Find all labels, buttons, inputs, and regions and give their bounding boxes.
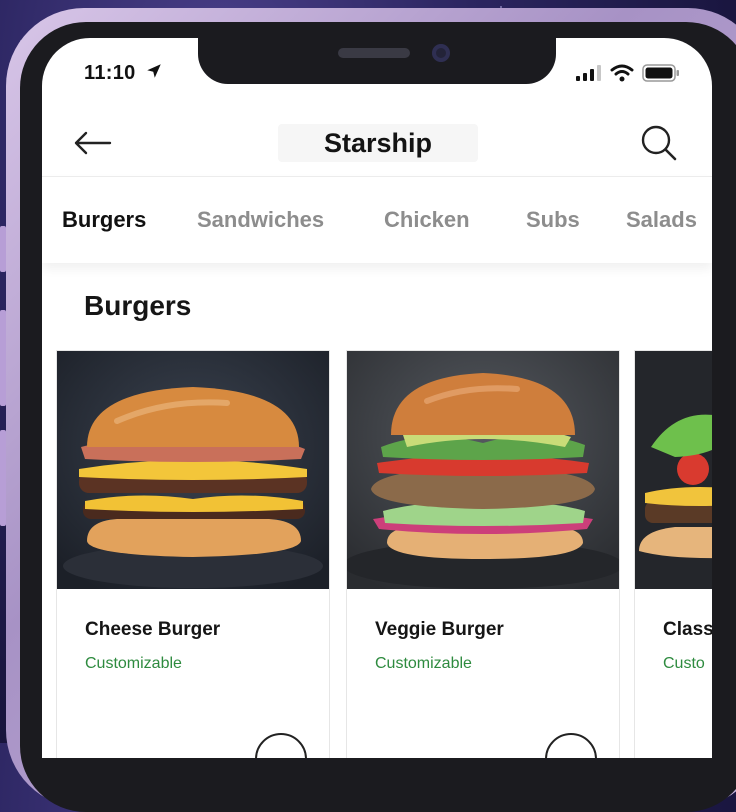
battery-icon	[642, 64, 679, 82]
item-tag: Customizable	[85, 655, 182, 672]
menu-item-card[interactable]: Cheese Burger Customizable	[56, 350, 330, 758]
add-button[interactable]	[255, 733, 307, 758]
add-button[interactable]	[545, 733, 597, 758]
section-title: Burgers	[84, 290, 192, 321]
item-name: Cheese Burger	[85, 619, 221, 640]
search-icon[interactable]	[640, 124, 678, 162]
item-tag: Custo	[663, 655, 705, 672]
tab-sandwiches[interactable]: Sandwiches	[197, 207, 324, 233]
status-time: 11:10	[84, 62, 163, 85]
page-title: Starship	[278, 124, 478, 162]
front-camera	[432, 44, 450, 62]
menu-item-card[interactable]: Class Custo	[634, 350, 712, 758]
category-tabs: Burgers Sandwiches Chicken Subs Salads	[42, 176, 712, 263]
tab-subs[interactable]: Subs	[526, 207, 580, 233]
phone-notch	[198, 38, 556, 84]
side-button	[0, 310, 6, 406]
location-arrow-icon	[147, 64, 162, 78]
menu-item-card[interactable]: Veggie Burger Customizable	[346, 350, 620, 758]
tab-chicken[interactable]: Chicken	[384, 207, 470, 233]
side-button	[0, 430, 6, 526]
item-tag: Customizable	[375, 655, 472, 672]
classic-burger-image	[635, 351, 712, 589]
item-name: Class	[663, 619, 712, 640]
app-screen: 11:10 Starship Burgers Sandwiches Chicke…	[42, 38, 712, 758]
speaker-grille	[338, 48, 410, 58]
back-arrow-icon[interactable]	[72, 128, 112, 158]
cheese-burger-image	[57, 351, 329, 589]
status-time-text: 11:10	[84, 62, 136, 84]
app-header: Starship	[42, 112, 712, 176]
tab-salads[interactable]: Salads	[626, 207, 697, 233]
side-button	[0, 226, 6, 272]
wifi-icon	[610, 64, 634, 82]
signal-icon	[576, 65, 601, 81]
status-icons	[576, 64, 680, 82]
tab-burgers[interactable]: Burgers	[62, 207, 146, 233]
veggie-burger-image	[347, 351, 619, 589]
item-name: Veggie Burger	[375, 619, 504, 640]
